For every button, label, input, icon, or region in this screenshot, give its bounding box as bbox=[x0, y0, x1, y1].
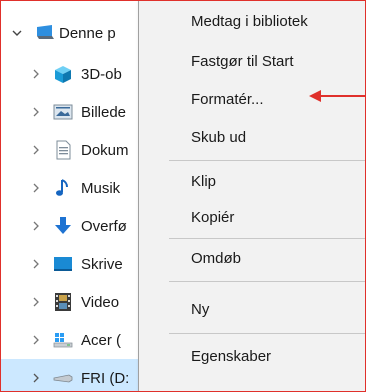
usb-drive-icon bbox=[53, 368, 73, 388]
menu-item-new[interactable]: Ny bbox=[191, 301, 209, 318]
menu-item-copy[interactable]: Kopiér bbox=[191, 209, 234, 226]
context-menu: Medtag i bibliotek Fastgør til Start For… bbox=[138, 1, 365, 391]
chevron-right-icon[interactable] bbox=[29, 371, 43, 385]
chevron-down-icon[interactable] bbox=[10, 26, 24, 40]
tree-label-videos: Video bbox=[81, 293, 120, 311]
downloads-icon bbox=[53, 216, 73, 236]
tree-label-3d-objects: 3D-ob bbox=[81, 65, 122, 83]
tree-label-pictures: Billede bbox=[81, 103, 127, 121]
pictures-icon bbox=[53, 102, 73, 122]
music-icon bbox=[53, 178, 73, 198]
chevron-right-icon[interactable] bbox=[29, 219, 43, 233]
chevron-right-icon[interactable] bbox=[29, 105, 43, 119]
tree-label-documents: Dokum bbox=[81, 141, 129, 159]
menu-separator bbox=[169, 238, 365, 239]
annotation-arrow-icon bbox=[309, 90, 365, 102]
chevron-right-icon[interactable] bbox=[29, 67, 43, 81]
tree-label-this-pc: Denne p bbox=[59, 24, 116, 42]
menu-item-include-in-library[interactable]: Medtag i bibliotek bbox=[191, 13, 308, 30]
tree-label-desktop: Skrive bbox=[81, 255, 123, 273]
explorer-screenshot-frame: Denne p 3D-ob Billede Dokum Musik Overfø… bbox=[0, 0, 366, 392]
menu-item-format[interactable]: Formatér... bbox=[191, 91, 264, 108]
menu-item-cut[interactable]: Klip bbox=[191, 173, 216, 190]
chevron-right-icon[interactable] bbox=[29, 333, 43, 347]
tree-label-downloads: Overfø bbox=[81, 217, 127, 235]
chevron-right-icon[interactable] bbox=[29, 143, 43, 157]
desktop-icon bbox=[53, 254, 73, 274]
menu-separator bbox=[169, 160, 365, 161]
tree-label-acer-drive: Acer ( bbox=[81, 331, 122, 349]
windows-drive-icon bbox=[53, 330, 73, 350]
menu-separator bbox=[169, 333, 365, 334]
menu-item-eject[interactable]: Skub ud bbox=[191, 129, 246, 146]
menu-item-pin-to-start[interactable]: Fastgør til Start bbox=[191, 53, 294, 70]
chevron-right-icon[interactable] bbox=[29, 181, 43, 195]
3d-objects-icon bbox=[53, 64, 73, 84]
menu-item-rename[interactable]: Omdøb bbox=[191, 250, 241, 267]
tree-label-music: Musik bbox=[81, 179, 121, 197]
documents-icon bbox=[53, 140, 73, 160]
tree-label-fri-drive: FRI (D: bbox=[81, 369, 130, 387]
chevron-right-icon[interactable] bbox=[29, 257, 43, 271]
videos-icon bbox=[53, 292, 73, 312]
chevron-right-icon[interactable] bbox=[29, 295, 43, 309]
menu-separator bbox=[169, 281, 365, 282]
this-pc-icon bbox=[35, 23, 55, 43]
menu-item-properties[interactable]: Egenskaber bbox=[191, 348, 271, 365]
